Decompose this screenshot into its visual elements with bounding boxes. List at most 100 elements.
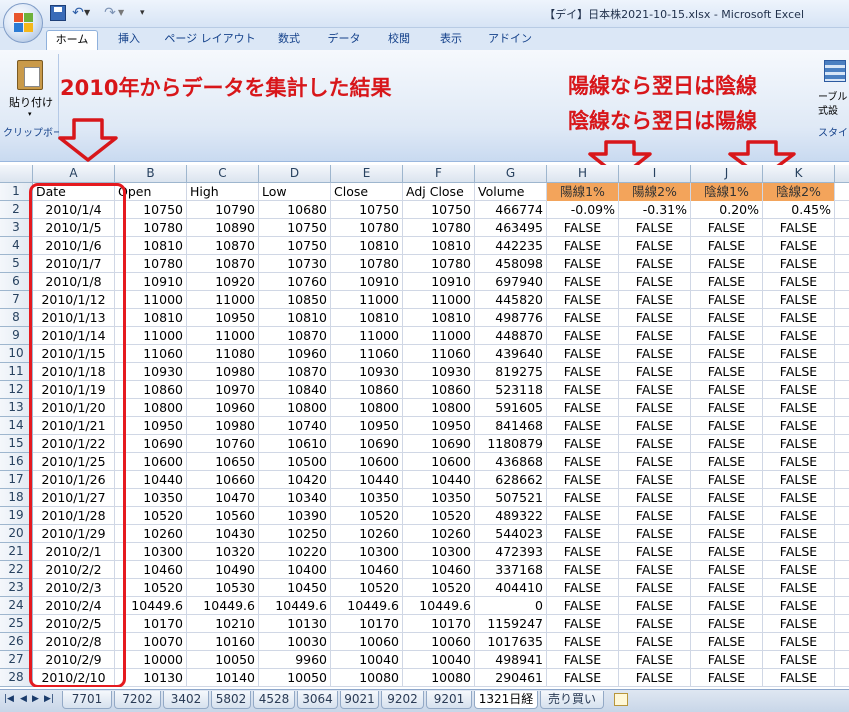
table-cell[interactable]: 10220 — [259, 543, 331, 561]
row-header[interactable]: 28 — [0, 669, 33, 687]
table-cell[interactable]: FALSE — [691, 669, 763, 687]
table-cell[interactable]: 11000 — [187, 291, 259, 309]
column-header[interactable]: K — [763, 165, 835, 183]
table-cell[interactable]: FALSE — [619, 471, 691, 489]
table-cell[interactable]: FALSE — [691, 561, 763, 579]
table-cell[interactable]: 10300 — [331, 543, 403, 561]
table-cell[interactable]: 591605 — [475, 399, 547, 417]
table-cell[interactable]: 9960 — [259, 651, 331, 669]
table-cell[interactable]: 10000 — [115, 651, 187, 669]
table-cell[interactable]: 10870 — [259, 327, 331, 345]
table-cell[interactable]: 445820 — [475, 291, 547, 309]
table-cell[interactable]: 11060 — [403, 345, 475, 363]
table-cell[interactable]: FALSE — [763, 435, 835, 453]
table-cell[interactable]: FALSE — [763, 309, 835, 327]
row-header[interactable]: 16 — [0, 453, 33, 471]
table-cell[interactable]: 2010/1/26 — [33, 471, 115, 489]
column-header[interactable]: B — [115, 165, 187, 183]
table-cell[interactable]: FALSE — [691, 435, 763, 453]
table-cell[interactable]: 10810 — [115, 309, 187, 327]
table-cell[interactable]: FALSE — [547, 237, 619, 255]
table-cell[interactable]: 10740 — [259, 417, 331, 435]
sheet-tab[interactable]: 9021 — [340, 691, 379, 709]
select-all-corner[interactable] — [0, 165, 33, 183]
table-cell[interactable]: FALSE — [619, 327, 691, 345]
table-cell[interactable]: FALSE — [763, 615, 835, 633]
table-cell[interactable]: 10050 — [259, 669, 331, 687]
table-cell[interactable]: 10810 — [115, 237, 187, 255]
table-cell[interactable]: 10810 — [331, 309, 403, 327]
table-cell[interactable]: 10690 — [403, 435, 475, 453]
table-cell[interactable]: 841468 — [475, 417, 547, 435]
table-cell[interactable]: FALSE — [619, 651, 691, 669]
table-cell[interactable]: 10650 — [187, 453, 259, 471]
table-cell[interactable]: 10340 — [259, 489, 331, 507]
table-cell[interactable]: FALSE — [619, 615, 691, 633]
table-cell[interactable]: 10870 — [187, 255, 259, 273]
table-cell[interactable]: FALSE — [763, 633, 835, 651]
table-cell[interactable]: FALSE — [763, 597, 835, 615]
table-cell[interactable]: 2010/1/15 — [33, 345, 115, 363]
row-header[interactable]: 19 — [0, 507, 33, 525]
row-header[interactable]: 27 — [0, 651, 33, 669]
header-cell[interactable]: Volume — [475, 183, 547, 201]
table-cell[interactable]: FALSE — [691, 291, 763, 309]
table-cell[interactable]: FALSE — [619, 219, 691, 237]
table-cell[interactable]: 2010/2/3 — [33, 579, 115, 597]
table-cell[interactable]: FALSE — [691, 543, 763, 561]
table-cell[interactable]: 10930 — [115, 363, 187, 381]
table-cell[interactable]: 2010/1/4 — [33, 201, 115, 219]
table-cell[interactable]: 2010/1/27 — [33, 489, 115, 507]
row-header[interactable]: 23 — [0, 579, 33, 597]
table-cell[interactable]: FALSE — [763, 453, 835, 471]
table-cell[interactable]: 10350 — [331, 489, 403, 507]
table-cell[interactable]: 2010/1/8 — [33, 273, 115, 291]
table-cell[interactable]: 10040 — [403, 651, 475, 669]
table-cell[interactable]: FALSE — [547, 633, 619, 651]
table-cell[interactable]: 10260 — [115, 525, 187, 543]
table-cell[interactable]: 2010/2/5 — [33, 615, 115, 633]
table-cell[interactable]: 10300 — [403, 543, 475, 561]
table-cell[interactable]: 10170 — [403, 615, 475, 633]
table-cell[interactable]: FALSE — [691, 399, 763, 417]
table-cell[interactable]: 10890 — [187, 219, 259, 237]
table-cell[interactable]: FALSE — [691, 579, 763, 597]
table-cell[interactable]: 10440 — [403, 471, 475, 489]
table-cell[interactable]: 498941 — [475, 651, 547, 669]
table-cell[interactable]: 10420 — [259, 471, 331, 489]
table-cell[interactable]: FALSE — [547, 579, 619, 597]
table-cell[interactable]: FALSE — [619, 561, 691, 579]
table-cell[interactable]: 10930 — [403, 363, 475, 381]
table-cell[interactable]: -0.31% — [619, 201, 691, 219]
table-cell[interactable]: FALSE — [763, 489, 835, 507]
table-cell[interactable]: FALSE — [547, 219, 619, 237]
table-cell[interactable]: FALSE — [619, 597, 691, 615]
table-cell[interactable]: 10930 — [331, 363, 403, 381]
sheet-tab[interactable]: 3402 — [163, 691, 209, 709]
table-cell[interactable]: FALSE — [691, 507, 763, 525]
redo-dropdown-icon[interactable]: ▼ — [118, 5, 128, 21]
table-cell[interactable]: 10250 — [259, 525, 331, 543]
table-cell[interactable]: 2010/1/21 — [33, 417, 115, 435]
table-cell[interactable]: FALSE — [547, 471, 619, 489]
table-cell[interactable]: 10520 — [331, 579, 403, 597]
table-cell[interactable]: 10810 — [403, 237, 475, 255]
table-cell[interactable]: 10320 — [187, 543, 259, 561]
table-cell[interactable]: FALSE — [619, 273, 691, 291]
table-cell[interactable]: FALSE — [691, 309, 763, 327]
table-cell[interactable]: FALSE — [691, 525, 763, 543]
table-cell[interactable]: 10300 — [115, 543, 187, 561]
table-cell[interactable]: 11060 — [331, 345, 403, 363]
table-cell[interactable]: FALSE — [763, 255, 835, 273]
table-cell[interactable]: FALSE — [547, 597, 619, 615]
table-cell[interactable]: FALSE — [691, 345, 763, 363]
table-cell[interactable]: 10810 — [259, 309, 331, 327]
table-cell[interactable]: 290461 — [475, 669, 547, 687]
table-cell[interactable]: 10680 — [259, 201, 331, 219]
table-cell[interactable]: 2010/1/19 — [33, 381, 115, 399]
table-cell[interactable]: FALSE — [619, 345, 691, 363]
column-header[interactable]: D — [259, 165, 331, 183]
header-cell[interactable]: 陽線1% — [547, 183, 619, 201]
table-cell[interactable]: 819275 — [475, 363, 547, 381]
paste-icon[interactable] — [17, 60, 43, 90]
